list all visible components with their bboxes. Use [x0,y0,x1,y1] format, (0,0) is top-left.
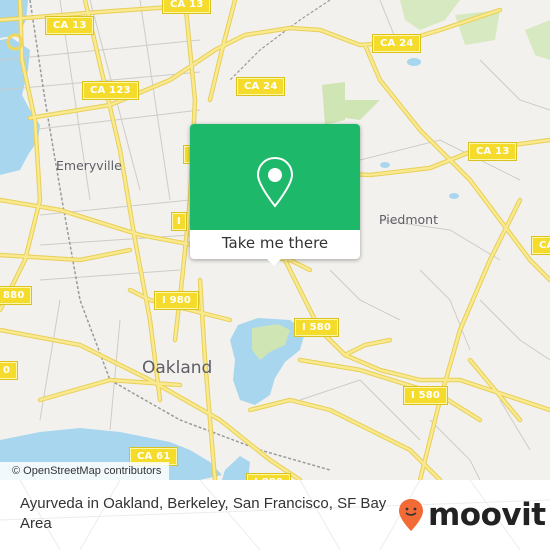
highway-shield-880-partial: 0 [0,361,19,380]
estuary-water-right [222,456,250,480]
railway [229,0,331,81]
highway-shield-i980: I 980 [153,291,200,310]
highway-shield-ca24: CA 24 [371,34,422,53]
highway-shield-i580: I 580 [402,386,449,405]
footer-bar: Ayurveda in Oakland, Berkeley, San Franc… [0,480,550,550]
pond [449,193,459,199]
place-label-emeryville: Emeryville [56,158,122,173]
location-popup[interactable]: Take me there [190,124,360,266]
highway-shield-ca24: CA 24 [235,77,286,96]
highway-shield-880: 880 [0,286,33,305]
highway-shield-i580: I 580 [293,318,340,337]
map-pin-icon [256,156,294,208]
park [322,82,345,125]
place-label-oakland: Oakland [142,358,213,378]
highway-shield-ca13: CA 13 [467,142,518,161]
highway-shield-ca: CA [530,236,550,255]
highway-shield-ca123: CA 123 [82,81,139,100]
highway-shield-ca13: CA 13 [161,0,212,14]
highway-shield-partial: I [171,212,187,231]
take-me-there-button[interactable]: Take me there [190,230,360,259]
popup-pointer [266,258,282,266]
pond [407,58,421,66]
moovit-wordmark: moovit [428,497,546,533]
highway-shield-ca13: CA 13 [44,16,95,35]
popup-header[interactable] [190,124,360,230]
moovit-smiley-pin-icon [399,499,423,531]
moovit-logo[interactable]: moovit [398,490,546,540]
park [345,100,380,120]
map-attribution[interactable]: © OpenStreetMap contributors [0,462,170,480]
park [525,20,550,60]
pond [380,162,390,168]
page-title: Ayurveda in Oakland, Berkeley, San Franc… [20,495,387,532]
place-label-piedmont: Piedmont [379,212,439,227]
map-view[interactable]: CA 13 CA 13 CA 123 CA 24 CA 24 CA 13 CA … [0,0,550,480]
